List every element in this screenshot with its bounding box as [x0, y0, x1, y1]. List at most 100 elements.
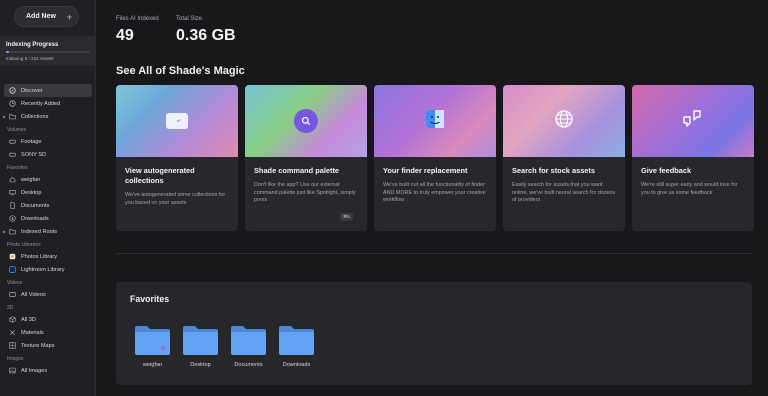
card-title: Shade command palette: [254, 166, 340, 175]
sidebar-item-materials[interactable]: Materials: [0, 326, 95, 339]
favorites-panel: Favorites weigfan Desktop Documents Down…: [116, 282, 752, 385]
folder-icon: [230, 324, 267, 356]
magic-section-title: See All of Shade's Magic: [116, 65, 245, 77]
sidebar-item-texture-maps[interactable]: Texture Maps: [0, 339, 95, 352]
sidebar-item-indexed-roots[interactable]: ▶ Indexed Roots: [0, 225, 95, 238]
total-size-value: 0.36 GB: [176, 27, 236, 44]
download-icon: [9, 215, 16, 222]
card-banner: [116, 85, 238, 157]
sidebar-item-label: Discover: [21, 87, 43, 94]
sidebar-item-desktop[interactable]: Desktop: [0, 186, 95, 199]
folder-label: Desktop: [190, 362, 211, 368]
folder-icon: [9, 113, 16, 120]
image-icon: [9, 367, 16, 374]
favorites-folders: weigfan Desktop Documents Downloads: [134, 324, 315, 368]
card-description: Easily search for assets that you want o…: [512, 182, 616, 204]
sidebar-item-documents[interactable]: Documents: [0, 199, 95, 212]
sidebar-item-all-3d[interactable]: All 3D: [0, 313, 95, 326]
card-banner: [245, 85, 367, 157]
indexing-progress-bar: [6, 51, 90, 53]
card-stock-assets[interactable]: Search for stock assets Easily search fo…: [503, 85, 625, 231]
keyboard-shortcut-badge: ⌘K: [340, 212, 354, 221]
sidebar-section-volumes: Volumes: [7, 127, 27, 133]
sidebar-item-label: All Videos: [21, 291, 46, 298]
folder-icon: [182, 324, 219, 356]
card-banner: [503, 85, 625, 157]
materials-icon: [9, 329, 16, 336]
files-indexed-value: 49: [116, 27, 134, 44]
sidebar-item-label: Texture Maps: [21, 342, 55, 349]
finder-icon: [426, 109, 444, 133]
sidebar-item-downloads[interactable]: Downloads: [0, 212, 95, 225]
card-banner: [374, 85, 496, 157]
desktop-icon: [9, 189, 16, 196]
sidebar: Add New + Indexing Progress Indexing 8 /…: [0, 0, 96, 396]
folder-label: Downloads: [282, 362, 311, 368]
folder-label: Documents: [234, 362, 263, 368]
chat-bubbles-icon: [682, 109, 704, 134]
indexing-progress-title: Indexing Progress: [6, 42, 59, 48]
card-finder-replacement[interactable]: Your finder replacement We've built out …: [374, 85, 496, 231]
card-description: Don't like the app? Use our external com…: [254, 182, 356, 204]
lightroom-icon: [9, 266, 16, 273]
card-give-feedback[interactable]: Give feedback We're still super early an…: [632, 85, 754, 231]
sidebar-item-all-videos[interactable]: All Videos: [0, 288, 95, 301]
folder-label: weigfan: [142, 362, 163, 368]
sidebar-item-label: All 3D: [21, 316, 36, 323]
folder-documents[interactable]: Documents: [230, 324, 267, 368]
sidebar-item-recently-added[interactable]: Recently Added: [0, 97, 95, 110]
sidebar-item-label: All Images: [21, 367, 48, 374]
sidebar-item-label: Materials: [21, 329, 44, 336]
folder-icon: [134, 324, 171, 356]
sidebar-item-label: Footage: [21, 138, 42, 145]
sidebar-item-all-images[interactable]: All Images: [0, 364, 95, 377]
sidebar-item-weigfan[interactable]: weigfan: [0, 173, 95, 186]
add-new-button[interactable]: Add New +: [14, 6, 79, 27]
sidebar-section-photo-libraries: Photo Libraries: [7, 242, 41, 248]
sidebar-item-photos-library[interactable]: Photos Library: [0, 250, 95, 263]
chevron-right-icon[interactable]: ▶: [3, 114, 6, 119]
add-new-label: Add New: [26, 13, 56, 20]
sidebar-item-lightroom-library[interactable]: Lightroom Library: [0, 263, 95, 276]
folder-desktop[interactable]: Desktop: [182, 324, 219, 368]
section-divider: [116, 253, 752, 254]
indexing-progress-status: Indexing 8 / 221 Assets: [6, 56, 54, 61]
sidebar-section-videos: Videos: [7, 280, 23, 286]
folder-icon: [278, 324, 315, 356]
sidebar-item-label: Lightroom Library: [21, 266, 65, 273]
folder-sparkle-icon: [166, 113, 188, 129]
card-description: We've built out all the functionality of…: [383, 182, 486, 204]
search-icon: [294, 109, 318, 133]
main-content: Files AI Indexed 49 Total Size 0.36 GB S…: [97, 0, 768, 396]
folder-downloads[interactable]: Downloads: [278, 324, 315, 368]
card-description: We've autogenerated some collections for…: [125, 192, 226, 206]
sidebar-item-label: Collections: [21, 113, 49, 120]
folder-icon: [9, 228, 16, 235]
card-title: View autogenerated collections: [125, 166, 195, 185]
sidebar-item-discover[interactable]: Discover: [4, 84, 92, 97]
globe-icon: [554, 109, 574, 134]
sidebar-item-label: Indexed Roots: [21, 228, 58, 235]
sidebar-item-label: SONY SD: [21, 151, 47, 158]
card-description: We're still super early and would love f…: [641, 182, 738, 196]
compass-icon: [9, 87, 16, 94]
card-title: Give feedback: [641, 166, 692, 175]
folder-weigfan[interactable]: weigfan: [134, 324, 171, 368]
sidebar-item-collections[interactable]: ▶ Collections: [0, 110, 95, 123]
card-command-palette[interactable]: Shade command palette Don't like the app…: [245, 85, 367, 231]
sidebar-item-footage[interactable]: Footage: [0, 135, 95, 148]
clock-icon: [9, 100, 16, 107]
texture-icon: [9, 342, 16, 349]
sidebar-section-favorites: Favorites: [7, 165, 28, 171]
card-autogenerated-collections[interactable]: View autogenerated collections We've aut…: [116, 85, 238, 231]
document-icon: [9, 202, 16, 209]
card-title: Search for stock assets: [512, 166, 595, 175]
home-icon: [9, 176, 16, 183]
sidebar-item-label: Recently Added: [21, 100, 61, 107]
sidebar-item-sony-sd[interactable]: SONY SD: [0, 148, 95, 161]
drive-icon: [9, 151, 16, 158]
plus-icon: +: [66, 11, 72, 22]
drive-icon: [9, 138, 16, 145]
chevron-right-icon[interactable]: ▶: [3, 229, 6, 234]
sidebar-item-label: Downloads: [21, 215, 49, 222]
